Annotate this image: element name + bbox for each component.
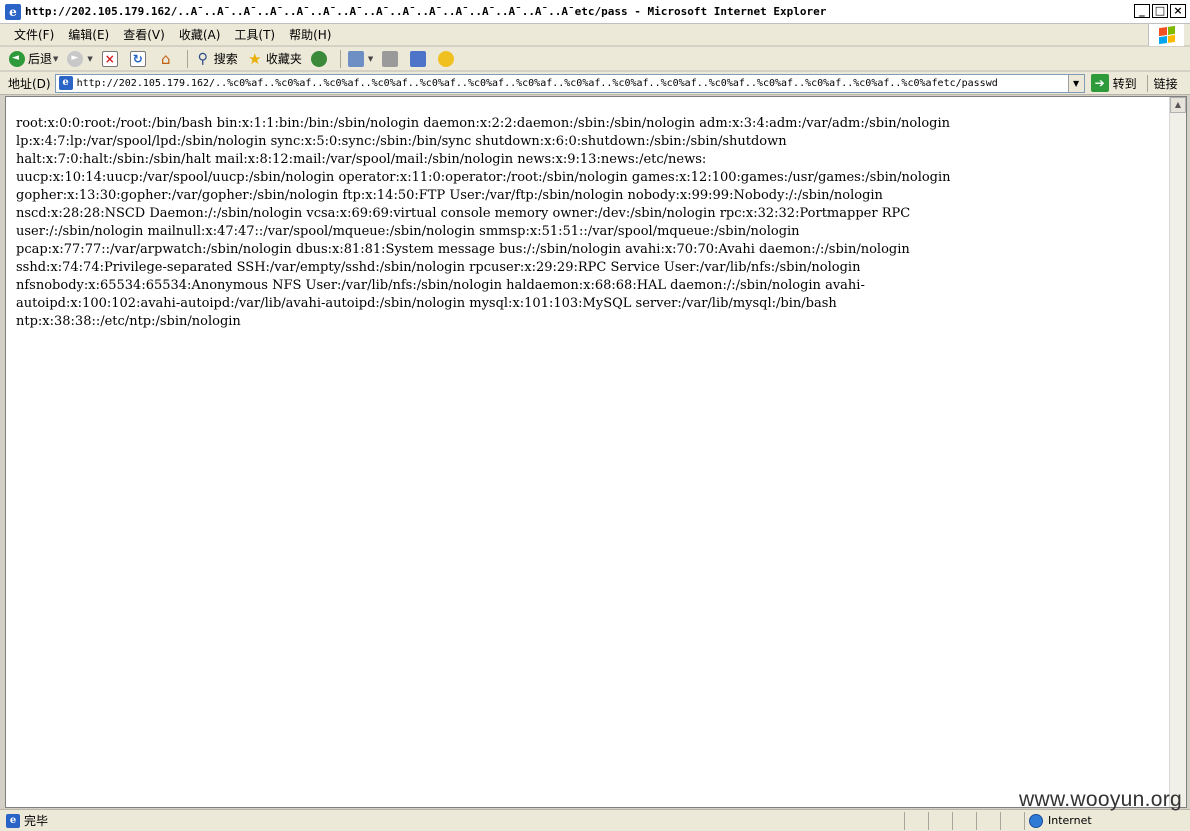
menu-bar: 文件(F) 编辑(E) 查看(V) 收藏(A) 工具(T) 帮助(H) (0, 24, 1190, 46)
window-title: http://202.105.179.162/..A¯..A¯..A¯..A¯.… (25, 5, 827, 18)
restore-button[interactable]: □ (1152, 4, 1168, 18)
page-icon: e (58, 76, 73, 90)
address-bar: 地址(D) e ▼ ➔ 转到 链接 (0, 72, 1190, 95)
address-input[interactable] (76, 75, 1067, 91)
edit-button[interactable] (407, 48, 432, 70)
refresh-icon (129, 50, 146, 67)
media-button[interactable] (308, 48, 333, 70)
links-button[interactable]: 链接 (1146, 74, 1178, 92)
status-cell (976, 811, 1000, 830)
search-label: 搜索 (213, 52, 238, 66)
search-button[interactable]: ⚲ 搜索 (192, 48, 241, 70)
address-label: 地址(D) (8, 76, 51, 91)
toolbar: 后退 ▼ ▼ ⌂ ⚲ 搜索 ★ 收藏夹 ▼ (0, 47, 1190, 71)
ie-icon: e (5, 3, 21, 20)
forward-arrow-icon (67, 50, 84, 67)
messenger-button[interactable] (435, 48, 460, 70)
address-dropdown-icon[interactable]: ▼ (1067, 74, 1084, 92)
passwd-file-content: root:x:0:0:root:/root:/bin/bash bin:x:1:… (16, 116, 951, 329)
messenger-icon (438, 50, 455, 67)
favorites-label: 收藏夹 (265, 52, 302, 66)
toolbar-separator (186, 49, 188, 68)
home-button[interactable]: ⌂ (155, 48, 180, 70)
back-label: 后退 (28, 52, 53, 66)
status-bar: e 完毕 Internet (0, 809, 1190, 831)
scroll-up-icon[interactable]: ▲ (1170, 97, 1186, 113)
go-button[interactable]: ➔ 转到 (1090, 74, 1137, 92)
refresh-button[interactable] (127, 48, 152, 70)
mail-dropdown-icon[interactable]: ▼ (368, 55, 373, 63)
status-cell (952, 811, 976, 830)
mail-button[interactable]: ▼ (345, 48, 376, 70)
favorites-star-icon: ★ (248, 49, 262, 68)
search-icon: ⚲ (197, 50, 208, 67)
watermark: www.wooyun.org (1019, 788, 1182, 811)
edit-icon (410, 50, 427, 67)
print-icon (382, 50, 399, 67)
forward-button[interactable]: ▼ (64, 48, 95, 70)
back-button[interactable]: 后退 ▼ (6, 48, 61, 70)
menu-favorites[interactable]: 收藏(A) (173, 26, 227, 43)
forward-dropdown-icon[interactable]: ▼ (87, 55, 92, 63)
toolbar-separator (339, 49, 341, 68)
menu-view[interactable]: 查看(V) (117, 26, 171, 43)
status-cell (928, 811, 952, 830)
media-icon (310, 50, 327, 67)
back-dropdown-icon[interactable]: ▼ (53, 55, 58, 63)
menu-file[interactable]: 文件(F) (8, 26, 60, 43)
menu-help[interactable]: 帮助(H) (283, 26, 337, 43)
status-text: 完毕 (24, 814, 49, 828)
stop-button[interactable] (99, 48, 124, 70)
menu-tools[interactable]: 工具(T) (228, 26, 281, 43)
zone-label: Internet (1048, 814, 1092, 827)
vertical-scrollbar[interactable]: ▲ (1169, 97, 1186, 807)
title-bar: e http://202.105.179.162/..A¯..A¯..A¯..A… (0, 0, 1190, 24)
minimize-button[interactable]: _ (1134, 4, 1150, 18)
mail-icon (347, 50, 364, 67)
print-button[interactable] (379, 48, 404, 70)
status-cell (904, 811, 928, 830)
window-controls: _ □ × (1134, 4, 1186, 18)
page-viewport: root:x:0:0:root:/root:/bin/bash bin:x:1:… (5, 96, 1187, 808)
favorites-button[interactable]: ★ 收藏夹 (244, 48, 305, 70)
go-arrow-icon: ➔ (1090, 74, 1109, 92)
windows-logo-icon (1148, 24, 1184, 46)
security-zone: Internet (1024, 811, 1092, 830)
globe-icon (1029, 813, 1043, 828)
back-arrow-icon (9, 50, 25, 67)
page-status-icon: e (6, 813, 20, 828)
menu-edit[interactable]: 编辑(E) (62, 26, 115, 43)
address-field[interactable]: e ▼ (54, 73, 1085, 93)
home-icon: ⌂ (161, 49, 171, 68)
close-button[interactable]: × (1170, 4, 1186, 18)
status-cell (1000, 811, 1024, 830)
go-label: 转到 (1112, 76, 1137, 91)
stop-icon (101, 50, 118, 67)
